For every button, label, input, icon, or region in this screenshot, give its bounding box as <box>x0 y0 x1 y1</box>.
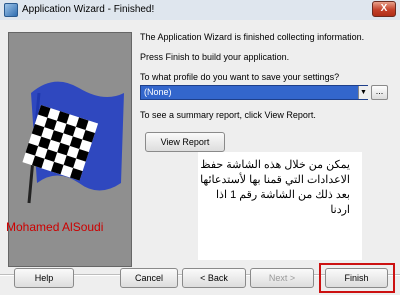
arabic-annotation-text: يمكن من خلال هذه الشاشة حفظ الاعدادات ال… <box>200 159 350 216</box>
finished-message: The Application Wizard is finished colle… <box>140 32 365 42</box>
press-finish-message: Press Finish to build your application. <box>140 52 290 62</box>
cancel-button[interactable]: Cancel <box>120 268 178 288</box>
arabic-annotation-box: يمكن من خلال هذه الشاشة حفظ الاعدادات ال… <box>198 152 362 260</box>
view-report-button[interactable]: View Report <box>145 132 225 152</box>
help-button[interactable]: Help <box>14 268 74 288</box>
browse-profile-button[interactable]: ... <box>371 85 388 100</box>
app-icon <box>4 3 18 17</box>
author-signature: Mohamed AlSoudi <box>6 220 104 234</box>
wizard-body: Mohamed AlSoudi The Application Wizard i… <box>0 20 400 295</box>
profile-dropdown[interactable]: (None) <box>140 85 368 100</box>
next-button: Next > <box>250 268 314 288</box>
profile-prompt-label: To what profile do you want to save your… <box>140 72 340 82</box>
finish-button[interactable]: Finish <box>325 268 388 288</box>
window-title: Application Wizard - Finished! <box>22 4 155 15</box>
title-bar: Application Wizard - Finished! X <box>0 0 400 20</box>
close-button[interactable]: X <box>372 1 396 17</box>
back-button[interactable]: < Back <box>182 268 246 288</box>
summary-prompt-label: To see a summary report, click View Repo… <box>140 110 316 120</box>
chevron-down-icon[interactable]: ▼ <box>358 86 368 99</box>
